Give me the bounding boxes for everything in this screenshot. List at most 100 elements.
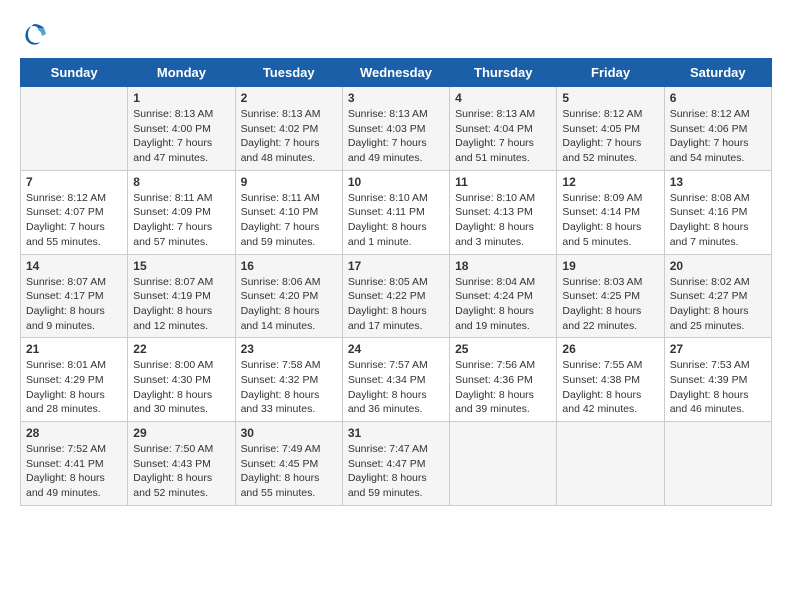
cell-line: Sunrise: 8:06 AM bbox=[241, 275, 337, 290]
cell-content: Sunrise: 7:52 AMSunset: 4:41 PMDaylight:… bbox=[26, 442, 122, 501]
cell-line: and 57 minutes. bbox=[133, 235, 229, 250]
cell-line: and 55 minutes. bbox=[241, 486, 337, 501]
cell-line: Daylight: 7 hours bbox=[26, 220, 122, 235]
day-number: 12 bbox=[562, 175, 658, 189]
cell-line: Sunset: 4:11 PM bbox=[348, 205, 444, 220]
day-number: 6 bbox=[670, 91, 766, 105]
cell-line: and 42 minutes. bbox=[562, 402, 658, 417]
cell-line: Daylight: 8 hours bbox=[455, 304, 551, 319]
cell-line: Sunset: 4:19 PM bbox=[133, 289, 229, 304]
cell-content: Sunrise: 8:12 AMSunset: 4:05 PMDaylight:… bbox=[562, 107, 658, 166]
calendar-cell: 3Sunrise: 8:13 AMSunset: 4:03 PMDaylight… bbox=[342, 87, 449, 171]
cell-content: Sunrise: 7:58 AMSunset: 4:32 PMDaylight:… bbox=[241, 358, 337, 417]
cell-line: Sunrise: 7:55 AM bbox=[562, 358, 658, 373]
cell-content: Sunrise: 7:57 AMSunset: 4:34 PMDaylight:… bbox=[348, 358, 444, 417]
calendar-cell: 5 Sunrise: 8:12 AMSunset: 4:05 PMDaylight… bbox=[557, 87, 664, 171]
weekday-header: Wednesday bbox=[342, 59, 449, 87]
cell-line: and 25 minutes. bbox=[670, 319, 766, 334]
day-number: 28 bbox=[26, 426, 122, 440]
cell-line: Daylight: 8 hours bbox=[670, 220, 766, 235]
cell-line: Sunrise: 8:00 AM bbox=[133, 358, 229, 373]
weekday-header: Monday bbox=[128, 59, 235, 87]
day-number: 5 bbox=[562, 91, 658, 105]
cell-content: Sunrise: 7:55 AMSunset: 4:38 PMDaylight:… bbox=[562, 358, 658, 417]
cell-line: and 33 minutes. bbox=[241, 402, 337, 417]
cell-line: and 36 minutes. bbox=[348, 402, 444, 417]
weekday-header: Saturday bbox=[664, 59, 771, 87]
cell-line: Sunset: 4:36 PM bbox=[455, 373, 551, 388]
day-number: 22 bbox=[133, 342, 229, 356]
calendar-cell: 15Sunrise: 8:07 AMSunset: 4:19 PMDayligh… bbox=[128, 254, 235, 338]
cell-line: Sunrise: 7:58 AM bbox=[241, 358, 337, 373]
day-number: 16 bbox=[241, 259, 337, 273]
day-number: 1 bbox=[133, 91, 229, 105]
cell-line: and 59 minutes. bbox=[348, 486, 444, 501]
cell-content: Sunrise: 8:02 AMSunset: 4:27 PMDaylight:… bbox=[670, 275, 766, 334]
cell-line: Sunset: 4:29 PM bbox=[26, 373, 122, 388]
cell-line: Sunset: 4:39 PM bbox=[670, 373, 766, 388]
cell-line: Sunset: 4:03 PM bbox=[348, 122, 444, 137]
cell-content: Sunrise: 8:13 AMSunset: 4:02 PMDaylight:… bbox=[241, 107, 337, 166]
cell-content: Sunrise: 8:09 AMSunset: 4:14 PMDaylight:… bbox=[562, 191, 658, 250]
cell-line: and 12 minutes. bbox=[133, 319, 229, 334]
cell-line: and 59 minutes. bbox=[241, 235, 337, 250]
cell-line: Daylight: 8 hours bbox=[26, 388, 122, 403]
cell-line: Daylight: 8 hours bbox=[562, 388, 658, 403]
day-number: 11 bbox=[455, 175, 551, 189]
calendar-cell: 20Sunrise: 8:02 AMSunset: 4:27 PMDayligh… bbox=[664, 254, 771, 338]
day-number: 25 bbox=[455, 342, 551, 356]
calendar-cell: 7Sunrise: 8:12 AMSunset: 4:07 PMDaylight… bbox=[21, 170, 128, 254]
cell-line: and 39 minutes. bbox=[455, 402, 551, 417]
cell-line: Daylight: 8 hours bbox=[455, 220, 551, 235]
cell-line: Sunset: 4:38 PM bbox=[562, 373, 658, 388]
cell-line: Sunset: 4:09 PM bbox=[133, 205, 229, 220]
day-number: 30 bbox=[241, 426, 337, 440]
calendar-cell: 31Sunrise: 7:47 AMSunset: 4:47 PMDayligh… bbox=[342, 422, 449, 506]
cell-line: and 49 minutes. bbox=[26, 486, 122, 501]
cell-content: Sunrise: 7:49 AMSunset: 4:45 PMDaylight:… bbox=[241, 442, 337, 501]
cell-line: Sunset: 4:20 PM bbox=[241, 289, 337, 304]
cell-line: Sunset: 4:32 PM bbox=[241, 373, 337, 388]
cell-line: and 47 minutes. bbox=[133, 151, 229, 166]
calendar-cell bbox=[664, 422, 771, 506]
cell-line: Sunset: 4:10 PM bbox=[241, 205, 337, 220]
cell-line: and 9 minutes. bbox=[26, 319, 122, 334]
cell-line: Daylight: 8 hours bbox=[670, 304, 766, 319]
cell-content: Sunrise: 8:07 AMSunset: 4:17 PMDaylight:… bbox=[26, 275, 122, 334]
calendar-cell: 14Sunrise: 8:07 AMSunset: 4:17 PMDayligh… bbox=[21, 254, 128, 338]
cell-line: Sunrise: 8:02 AM bbox=[670, 275, 766, 290]
cell-line: and 51 minutes. bbox=[455, 151, 551, 166]
cell-line: Sunrise: 7:57 AM bbox=[348, 358, 444, 373]
calendar-week-row: 14Sunrise: 8:07 AMSunset: 4:17 PMDayligh… bbox=[21, 254, 772, 338]
calendar-cell: 1Sunrise: 8:13 AMSunset: 4:00 PMDaylight… bbox=[128, 87, 235, 171]
cell-content: Sunrise: 8:11 AMSunset: 4:09 PMDaylight:… bbox=[133, 191, 229, 250]
day-number: 9 bbox=[241, 175, 337, 189]
cell-line: Sunrise: 8:11 AM bbox=[241, 191, 337, 206]
logo bbox=[20, 20, 50, 48]
calendar-week-row: 21Sunrise: 8:01 AMSunset: 4:29 PMDayligh… bbox=[21, 338, 772, 422]
calendar-week-row: 7Sunrise: 8:12 AMSunset: 4:07 PMDaylight… bbox=[21, 170, 772, 254]
cell-line: Sunset: 4:13 PM bbox=[455, 205, 551, 220]
cell-content: Sunrise: 8:12 AMSunset: 4:07 PMDaylight:… bbox=[26, 191, 122, 250]
cell-line: Daylight: 7 hours bbox=[670, 136, 766, 151]
cell-line: Daylight: 8 hours bbox=[241, 471, 337, 486]
calendar-cell: 10Sunrise: 8:10 AMSunset: 4:11 PMDayligh… bbox=[342, 170, 449, 254]
calendar-cell: 6Sunrise: 8:12 AMSunset: 4:06 PMDaylight… bbox=[664, 87, 771, 171]
cell-line: Sunrise: 8:03 AM bbox=[562, 275, 658, 290]
cell-content: Sunrise: 7:56 AMSunset: 4:36 PMDaylight:… bbox=[455, 358, 551, 417]
cell-line: Sunrise: 8:10 AM bbox=[348, 191, 444, 206]
cell-content: Sunrise: 8:00 AMSunset: 4:30 PMDaylight:… bbox=[133, 358, 229, 417]
calendar-cell: 4Sunrise: 8:13 AMSunset: 4:04 PMDaylight… bbox=[450, 87, 557, 171]
cell-line: and 14 minutes. bbox=[241, 319, 337, 334]
day-number: 3 bbox=[348, 91, 444, 105]
cell-line: Sunrise: 7:49 AM bbox=[241, 442, 337, 457]
cell-line: and 30 minutes. bbox=[133, 402, 229, 417]
calendar-cell: 30 Sunrise: 7:49 AMSunset: 4:45 PMDayligh… bbox=[235, 422, 342, 506]
cell-line: Daylight: 8 hours bbox=[348, 388, 444, 403]
cell-line: Sunset: 4:07 PM bbox=[26, 205, 122, 220]
calendar-header: SundayMondayTuesdayWednesdayThursdayFrid… bbox=[21, 59, 772, 87]
cell-line: and 49 minutes. bbox=[348, 151, 444, 166]
cell-line: Sunrise: 8:07 AM bbox=[26, 275, 122, 290]
cell-line: Daylight: 8 hours bbox=[133, 388, 229, 403]
calendar-cell: 21Sunrise: 8:01 AMSunset: 4:29 PMDayligh… bbox=[21, 338, 128, 422]
